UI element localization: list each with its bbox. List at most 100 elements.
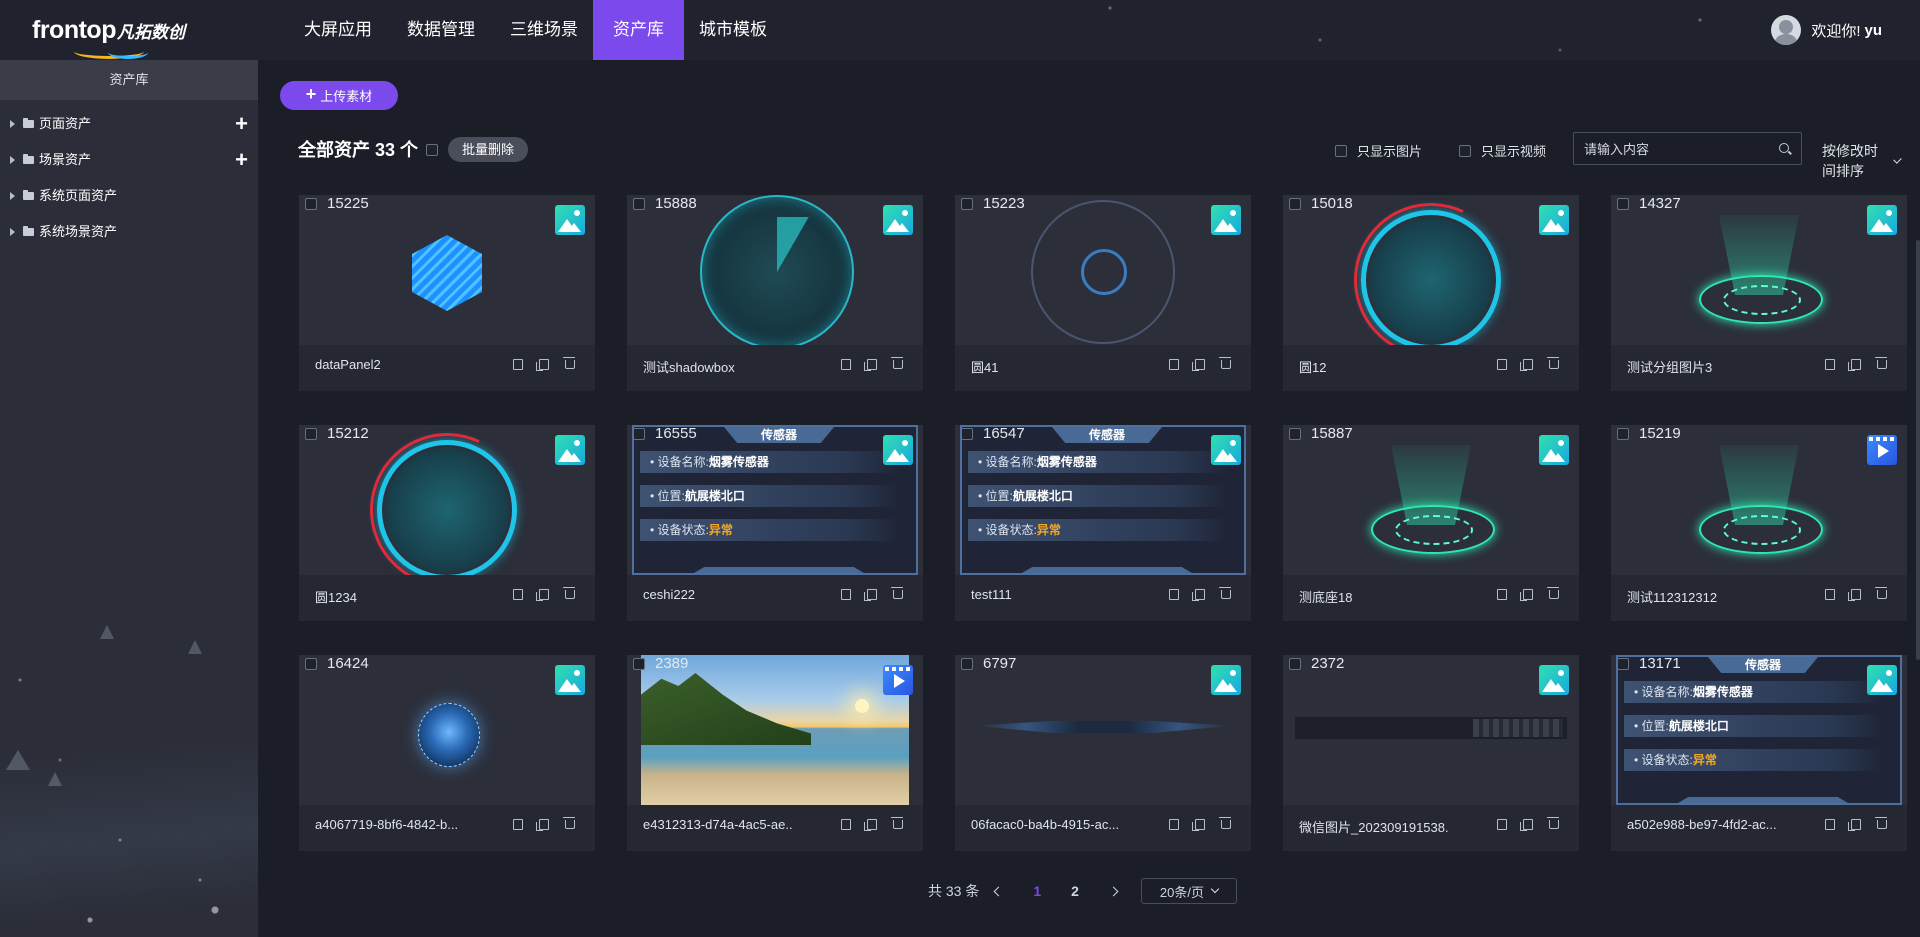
edit-icon[interactable]	[1169, 589, 1179, 600]
asset-select-checkbox[interactable]	[1617, 428, 1629, 440]
next-page-icon[interactable]	[1108, 886, 1119, 896]
asset-select-checkbox[interactable]	[1617, 658, 1629, 670]
delete-icon[interactable]	[563, 587, 575, 599]
delete-icon[interactable]	[1875, 817, 1887, 829]
asset-select-checkbox[interactable]	[961, 658, 973, 670]
edit-icon[interactable]	[1497, 819, 1507, 830]
asset-select-checkbox[interactable]	[633, 428, 645, 440]
copy-icon[interactable]	[536, 589, 549, 601]
asset-select-checkbox[interactable]	[1617, 198, 1629, 210]
asset-card[interactable]: 14327 测试分组图片3	[1611, 195, 1907, 391]
edit-icon[interactable]	[1497, 589, 1507, 600]
delete-icon[interactable]	[1875, 357, 1887, 369]
checkbox[interactable]	[1335, 144, 1347, 157]
copy-icon[interactable]	[1192, 589, 1205, 601]
asset-card[interactable]: 15018 圆12	[1283, 195, 1579, 391]
copy-icon[interactable]	[1520, 359, 1533, 371]
add-page-asset-icon[interactable]: +	[235, 106, 248, 142]
asset-card[interactable]: 15225 dataPanel2	[299, 195, 595, 391]
delete-icon[interactable]	[891, 817, 903, 829]
search-input[interactable]	[1574, 133, 1776, 166]
copy-icon[interactable]	[1192, 819, 1205, 831]
asset-select-checkbox[interactable]	[961, 428, 973, 440]
asset-card[interactable]: 2372 微信图片_202309191538...	[1283, 655, 1579, 851]
asset-card[interactable]: 15888 测试shadowbox	[627, 195, 923, 391]
copy-icon[interactable]	[1848, 589, 1861, 601]
delete-icon[interactable]	[563, 817, 575, 829]
filter-images-checkbox[interactable]: 只显示图片	[1335, 141, 1422, 160]
asset-thumbnail[interactable]	[1283, 425, 1579, 575]
copy-icon[interactable]	[1192, 359, 1205, 371]
edit-icon[interactable]	[1169, 359, 1179, 370]
asset-card[interactable]: 传感器 • 设备名称:烟雾传感器 • 位置:航展楼北口 • 设备状态:异常 16547 t…	[955, 425, 1251, 621]
edit-icon[interactable]	[1825, 359, 1835, 370]
edit-icon[interactable]	[1825, 819, 1835, 830]
copy-icon[interactable]	[1520, 819, 1533, 831]
caret-right-icon[interactable]	[10, 228, 15, 236]
caret-right-icon[interactable]	[10, 156, 15, 164]
asset-card[interactable]: 2389 e4312313-d74a-4ac5-ae...	[627, 655, 923, 851]
delete-icon[interactable]	[1875, 587, 1887, 599]
copy-icon[interactable]	[864, 819, 877, 831]
sidebar-item-system-scene-assets[interactable]: 系统场景资产	[0, 214, 258, 250]
edit-icon[interactable]	[513, 589, 523, 600]
nav-item-city-template[interactable]: 城市模板	[687, 0, 779, 60]
asset-select-checkbox[interactable]	[633, 658, 645, 670]
caret-right-icon[interactable]	[10, 192, 15, 200]
edit-icon[interactable]	[1169, 819, 1179, 830]
delete-icon[interactable]	[1219, 587, 1231, 599]
asset-select-checkbox[interactable]	[633, 198, 645, 210]
copy-icon[interactable]	[1848, 359, 1861, 371]
nav-item-data-management[interactable]: 数据管理	[395, 0, 487, 60]
page-2-button[interactable]: 2	[1071, 883, 1079, 899]
asset-thumbnail[interactable]: 传感器 • 设备名称:烟雾传感器 • 位置:航展楼北口 • 设备状态:异常	[627, 425, 923, 575]
delete-icon[interactable]	[1547, 587, 1559, 599]
asset-select-checkbox[interactable]	[961, 198, 973, 210]
asset-thumbnail[interactable]: 传感器 • 设备名称:烟雾传感器 • 位置:航展楼北口 • 设备状态:异常	[1611, 655, 1907, 805]
delete-icon[interactable]	[1547, 817, 1559, 829]
asset-card[interactable]: 15887 测底座18	[1283, 425, 1579, 621]
edit-icon[interactable]	[513, 819, 523, 830]
copy-icon[interactable]	[536, 359, 549, 371]
asset-thumbnail[interactable]	[1283, 655, 1579, 805]
asset-thumbnail[interactable]	[299, 195, 595, 345]
delete-icon[interactable]	[1219, 357, 1231, 369]
asset-thumbnail[interactable]	[1283, 195, 1579, 345]
delete-icon[interactable]	[1219, 817, 1231, 829]
delete-icon[interactable]	[891, 357, 903, 369]
asset-select-checkbox[interactable]	[1289, 428, 1301, 440]
caret-right-icon[interactable]	[10, 120, 15, 128]
asset-thumbnail[interactable]: 传感器 • 设备名称:烟雾传感器 • 位置:航展楼北口 • 设备状态:异常	[955, 425, 1251, 575]
nav-item-big-screen[interactable]: 大屏应用	[292, 0, 384, 60]
sidebar-item-scene-assets[interactable]: 场景资产 +	[0, 142, 258, 178]
edit-icon[interactable]	[841, 589, 851, 600]
scrollbar[interactable]	[1916, 240, 1920, 660]
edit-icon[interactable]	[841, 359, 851, 370]
search-icon[interactable]	[1779, 143, 1789, 153]
asset-thumbnail[interactable]	[1611, 425, 1907, 575]
asset-thumbnail[interactable]	[299, 655, 595, 805]
edit-icon[interactable]	[513, 359, 523, 370]
asset-thumbnail[interactable]	[955, 195, 1251, 345]
asset-card[interactable]: 15212 圆1234	[299, 425, 595, 621]
copy-icon[interactable]	[864, 359, 877, 371]
asset-card[interactable]: 传感器 • 设备名称:烟雾传感器 • 位置:航展楼北口 • 设备状态:异常 16555 c…	[627, 425, 923, 621]
asset-select-checkbox[interactable]	[305, 428, 317, 440]
search-box[interactable]	[1573, 132, 1802, 166]
asset-select-checkbox[interactable]	[1289, 198, 1301, 210]
page-1-button[interactable]: 1	[1033, 883, 1041, 899]
nav-item-asset-library[interactable]: 资产库	[593, 0, 684, 60]
checkbox[interactable]	[1459, 144, 1471, 157]
sidebar-item-system-page-assets[interactable]: 系统页面资产	[0, 178, 258, 214]
asset-thumbnail[interactable]	[955, 655, 1251, 805]
nav-item-3d-scene[interactable]: 三维场景	[498, 0, 590, 60]
asset-thumbnail[interactable]	[627, 195, 923, 345]
asset-card[interactable]: 6797 06facac0-ba4b-4915-ac...	[955, 655, 1251, 851]
asset-card[interactable]: 15223 圆41	[955, 195, 1251, 391]
asset-card[interactable]: 15219 测试112312312	[1611, 425, 1907, 621]
asset-thumbnail[interactable]	[299, 425, 595, 575]
brand-logo[interactable]: frontop 凡拓数创	[32, 14, 185, 59]
copy-icon[interactable]	[1520, 589, 1533, 601]
copy-icon[interactable]	[864, 589, 877, 601]
asset-card[interactable]: 16424 a4067719-8bf6-4842-b...	[299, 655, 595, 851]
